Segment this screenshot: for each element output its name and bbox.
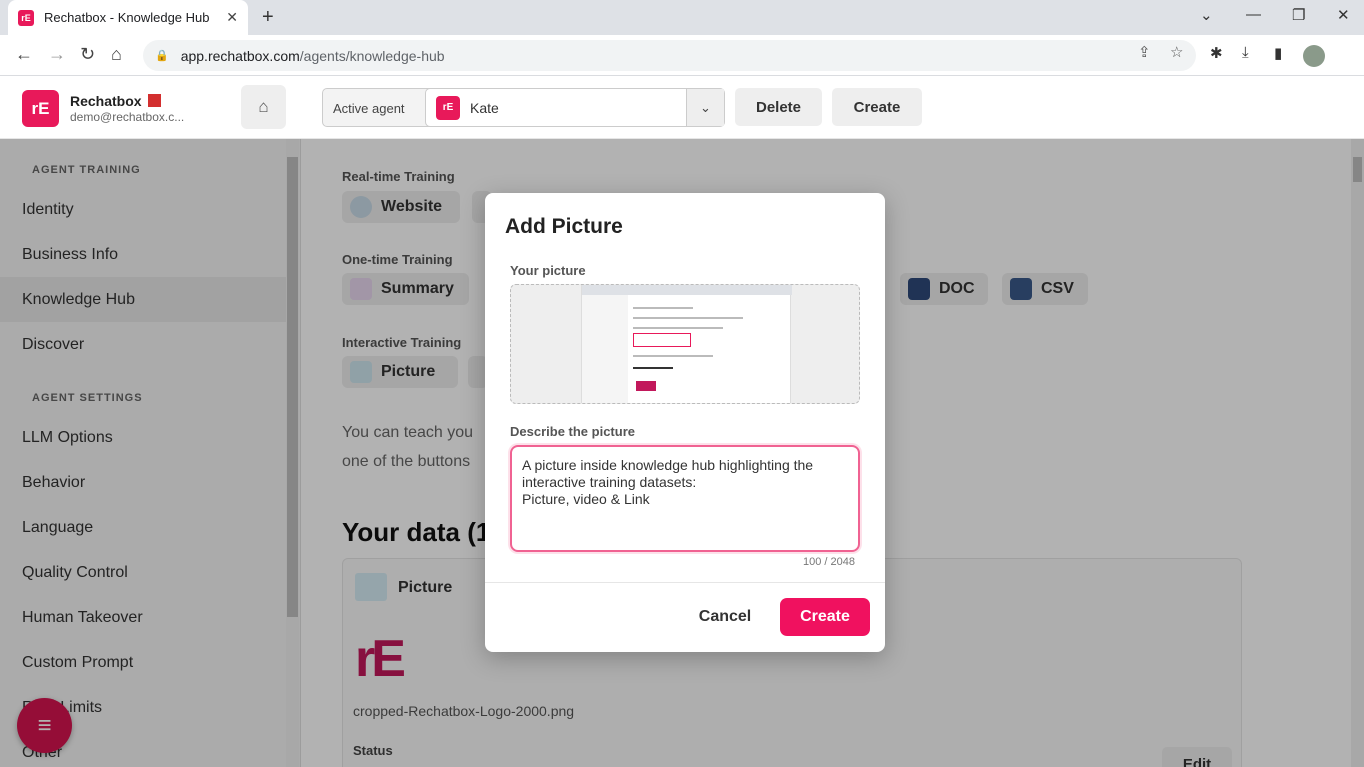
create-button[interactable]: Create <box>780 598 870 636</box>
brand-badge <box>147 94 161 107</box>
active-agent-selector: Active agent rE Kate ⌄ <box>322 88 725 127</box>
rechatbox-favicon-icon: rE <box>18 9 34 26</box>
url-text: app.rechatbox.com/agents/knowledge-hub <box>180 47 445 64</box>
home-button[interactable]: ⌂ <box>241 85 286 129</box>
preview-highlight-box <box>633 333 691 347</box>
app-header: rE Rechatbox demo@rechatbox.c... ⌂ Activ… <box>0 76 1364 139</box>
delete-agent-button[interactable]: Delete <box>735 88 822 126</box>
bookmark-star-icon[interactable]: ☆ <box>1170 43 1183 61</box>
modal-title: Add Picture <box>505 215 623 238</box>
new-tab-icon[interactable]: + <box>262 6 274 29</box>
tab-title: Rechatbox - Knowledge Hub <box>44 10 210 25</box>
brand-name: Rechatbox <box>70 93 161 109</box>
agent-name: Kate <box>470 99 499 116</box>
house-icon: ⌂ <box>258 97 269 116</box>
add-picture-modal: Add Picture Your picture Describe the pi… <box>485 193 885 652</box>
download-icon[interactable]: ⤓ <box>1242 44 1249 61</box>
char-counter: 100 / 2048 <box>803 556 855 568</box>
picture-description-textarea[interactable]: A picture inside knowledge hub highlight… <box>510 445 860 552</box>
preview-sidebar <box>582 295 628 403</box>
home-icon[interactable]: ⌂ <box>111 44 122 65</box>
agent-avatar-icon: rE <box>436 95 460 120</box>
browser-tabbar: rE Rechatbox - Knowledge Hub ✕ + ⌄ — ❐ ✕ <box>0 0 1364 35</box>
preview-line <box>633 355 713 357</box>
tab-search-icon[interactable]: ⌄ <box>1200 6 1213 24</box>
modal-divider <box>485 582 885 583</box>
chevron-down-icon[interactable]: ⌄ <box>686 89 724 126</box>
profile-avatar[interactable] <box>1303 45 1325 67</box>
back-icon[interactable]: ← <box>15 44 33 65</box>
preview-line <box>633 307 693 309</box>
preview-line <box>633 367 673 369</box>
cancel-button[interactable]: Cancel <box>685 598 765 636</box>
browser-toolbar: ← → ↻ ⌂ 🔒 app.rechatbox.com/agents/knowl… <box>0 35 1364 76</box>
your-picture-label: Your picture <box>510 263 586 278</box>
picture-preview <box>581 285 792 403</box>
minimize-icon[interactable]: — <box>1246 6 1261 23</box>
lock-icon: 🔒 <box>155 50 169 62</box>
address-bar[interactable]: 🔒 app.rechatbox.com/agents/knowledge-hub <box>143 40 1196 71</box>
reload-icon[interactable]: ↻ <box>80 44 95 65</box>
share-icon[interactable]: ⇪ <box>1138 43 1151 61</box>
close-tab-icon[interactable]: ✕ <box>226 9 238 26</box>
describe-picture-label: Describe the picture <box>510 424 635 439</box>
side-panel-icon[interactable]: ▮ <box>1274 44 1282 62</box>
create-agent-button[interactable]: Create <box>832 88 922 126</box>
restore-icon[interactable]: ❐ <box>1292 6 1305 24</box>
account-email: demo@rechatbox.c... <box>70 110 185 124</box>
rechatbox-logo-icon: rE <box>22 90 59 127</box>
preview-logo <box>636 381 656 391</box>
active-agent-label: Active agent <box>333 101 405 116</box>
preview-line <box>633 317 743 319</box>
preview-line <box>633 327 723 329</box>
agent-select[interactable]: rE Kate ⌄ <box>425 88 725 127</box>
picture-dropzone[interactable] <box>510 284 860 404</box>
window-close-icon[interactable]: ✕ <box>1337 6 1350 24</box>
forward-icon[interactable]: → <box>48 44 66 65</box>
browser-tab[interactable]: rE Rechatbox - Knowledge Hub ✕ <box>8 0 248 35</box>
preview-browser-bar <box>582 285 792 295</box>
extensions-icon[interactable]: ✱ <box>1210 44 1223 62</box>
